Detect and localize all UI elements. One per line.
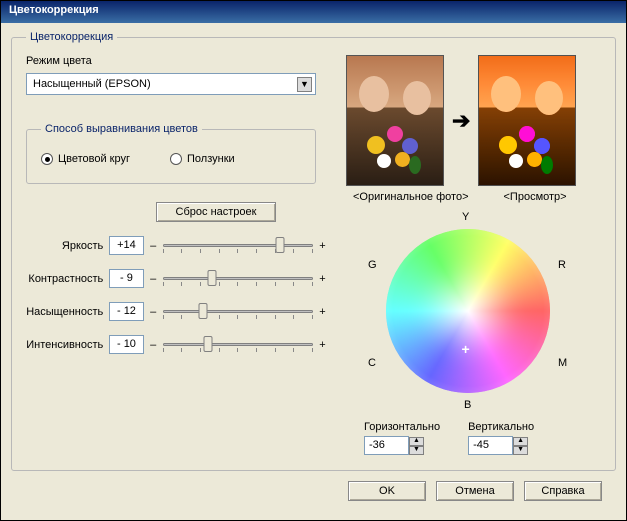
spin-down-icon[interactable]: ▼ — [409, 446, 424, 455]
radio-sliders[interactable]: Ползунки — [170, 153, 235, 165]
vertical-value[interactable]: -45 — [468, 436, 513, 455]
group-legend: Цветокоррекция — [26, 31, 117, 43]
saturation-label: Насыщенность — [26, 306, 103, 318]
balance-method-group: Способ выравнивания цветов Цветовой круг… — [26, 123, 316, 184]
arrow-right-icon: ➔ — [452, 108, 470, 134]
contrast-value[interactable]: - 9 — [109, 269, 143, 288]
slider-thumb[interactable] — [275, 237, 284, 253]
original-photo — [346, 55, 444, 186]
contrast-slider[interactable] — [163, 270, 313, 288]
intensity-value[interactable]: - 10 — [109, 335, 143, 354]
chevron-down-icon: ▼ — [297, 77, 312, 92]
color-correction-dialog: Цветокоррекция Цветокоррекция Режим цвет… — [0, 0, 627, 521]
radio-icon — [170, 153, 182, 165]
preview-caption: <Просмотр> — [504, 191, 567, 203]
horizontal-label: Горизонтально — [364, 421, 440, 433]
saturation-value[interactable]: - 12 — [109, 302, 143, 321]
vertical-label: Вертикально — [468, 421, 534, 433]
brightness-slider[interactable] — [163, 237, 313, 255]
radio-color-wheel[interactable]: Цветовой круг — [41, 153, 130, 165]
contrast-label: Контрастность — [26, 273, 103, 285]
slider-thumb[interactable] — [208, 270, 217, 286]
cancel-button[interactable]: Отмена — [436, 481, 514, 501]
help-button[interactable]: Справка — [524, 481, 602, 501]
slider-thumb[interactable] — [203, 336, 212, 352]
spin-down-icon[interactable]: ▼ — [513, 446, 528, 455]
titlebar[interactable]: Цветокоррекция — [1, 1, 626, 23]
ok-button[interactable]: OK — [348, 481, 426, 501]
brightness-value[interactable]: +14 — [109, 236, 143, 255]
original-caption: <Оригинальное фото> — [353, 191, 469, 203]
color-wheel[interactable]: Y G R C M B + — [338, 209, 592, 419]
spin-up-icon[interactable]: ▲ — [409, 437, 424, 446]
wheel-marker-icon[interactable]: + — [461, 341, 471, 351]
horizontal-value[interactable]: -36 — [364, 436, 409, 455]
brightness-label: Яркость — [26, 240, 103, 252]
radio-icon — [41, 153, 53, 165]
slider-thumb[interactable] — [199, 303, 208, 319]
color-mode-value: Насыщенный (EPSON) — [33, 78, 151, 90]
color-correction-group: Цветокоррекция Режим цвета Насыщенный (E… — [11, 31, 616, 471]
saturation-slider[interactable] — [163, 303, 313, 321]
color-mode-select[interactable]: Насыщенный (EPSON) ▼ — [26, 73, 316, 95]
intensity-slider[interactable] — [163, 336, 313, 354]
color-mode-label: Режим цвета — [26, 55, 326, 67]
spin-up-icon[interactable]: ▲ — [513, 437, 528, 446]
reset-button[interactable]: Сброс настроек — [156, 202, 276, 222]
balance-legend: Способ выравнивания цветов — [41, 123, 202, 135]
intensity-label: Интенсивность — [26, 339, 103, 351]
preview-photo — [478, 55, 576, 186]
